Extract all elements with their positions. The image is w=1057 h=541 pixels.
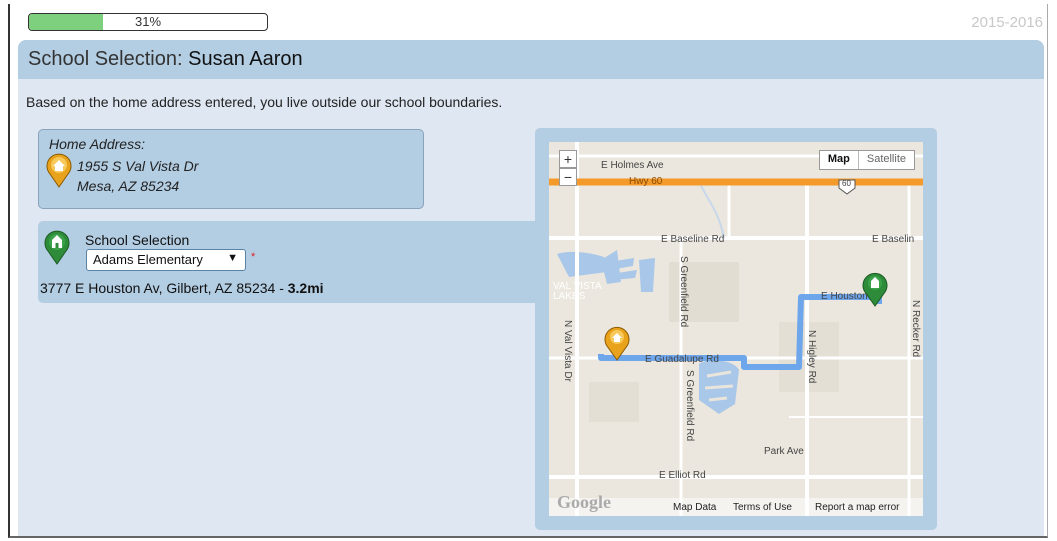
label-guadalupe: E Guadalupe Rd xyxy=(645,354,719,365)
progress-bar: 31% xyxy=(28,13,268,31)
label-baseline: E Baseline Rd xyxy=(661,234,725,245)
map-footer: Google Map Data Terms of Use Report a ma… xyxy=(549,492,923,516)
label-shield: 60 xyxy=(842,179,851,188)
school-pin-icon xyxy=(44,230,70,265)
home-address: 1955 S Val Vista Dr Mesa, AZ 85234 xyxy=(77,156,198,196)
boundary-message: Based on the home address entered, you l… xyxy=(26,94,503,110)
school-selection-label: School Selection xyxy=(85,232,190,248)
home-pin-icon xyxy=(46,153,72,188)
zoom-out-button[interactable]: − xyxy=(559,168,577,186)
progress-label: 31% xyxy=(134,14,162,29)
route-map[interactable]: + − Map Satellite E Holmes Ave Hwy 60 60… xyxy=(549,142,923,516)
panel-header: School Selection: Susan Aaron xyxy=(18,40,1044,79)
label-baseline2: E Baselin xyxy=(872,234,915,245)
map-frame: + − Map Satellite E Holmes Ave Hwy 60 60… xyxy=(535,128,937,530)
label-recker: N Recker Rd xyxy=(910,300,921,358)
google-logo: Google xyxy=(557,492,611,512)
label-higley: N Higley Rd xyxy=(806,330,817,384)
zoom-in-button[interactable]: + xyxy=(559,150,577,168)
map-type-satellite-button[interactable]: Satellite xyxy=(859,151,914,169)
school-year: 2015-2016 xyxy=(971,14,1043,31)
student-name: Susan Aaron xyxy=(188,48,303,70)
label-park: Park Ave xyxy=(764,446,804,457)
map-canvas xyxy=(549,142,923,516)
label-elliot: E Elliot Rd xyxy=(659,470,706,481)
label-holmes: E Holmes Ave xyxy=(601,160,664,171)
school-address-text: 3777 E Houston Av, Gilbert, AZ 85234 - xyxy=(40,280,284,296)
label-valvista: N Val Vista Dr xyxy=(562,320,573,382)
map-type-toggle: Map Satellite xyxy=(818,150,915,170)
chevron-down-icon: ▼ xyxy=(227,252,238,264)
school-selection-panel: School Selection: Susan Aaron Based on t… xyxy=(18,40,1044,536)
home-address-label: Home Address: xyxy=(49,136,145,152)
terms-of-use-link[interactable]: Terms of Use xyxy=(733,502,792,513)
label-houston: E Houston xyxy=(821,291,868,302)
school-select-value: Adams Elementary xyxy=(93,252,203,267)
label-valvista-lakes: VAL VISTA LAKES xyxy=(553,281,602,302)
header-title: School Selection: xyxy=(28,48,183,70)
label-greenfield-2: S Greenfield Rd xyxy=(684,370,695,442)
map-type-map-button[interactable]: Map xyxy=(820,151,859,169)
home-address-line1: 1955 S Val Vista Dr xyxy=(77,158,199,174)
label-hwy: Hwy 60 xyxy=(629,176,663,187)
school-address: 3777 E Houston Av, Gilbert, AZ 85234 - 3… xyxy=(40,280,324,296)
home-address-box: Home Address: 1955 S Val Vista Dr Mesa, … xyxy=(38,129,424,209)
school-selection-box: School Selection Adams Elementary ▼ * 37… xyxy=(38,221,538,303)
required-marker: * xyxy=(251,251,256,263)
school-select[interactable]: Adams Elementary ▼ xyxy=(86,249,246,271)
map-data-link[interactable]: Map Data xyxy=(673,502,716,513)
home-address-line2: Mesa, AZ 85234 xyxy=(77,178,180,194)
school-distance: 3.2mi xyxy=(287,280,324,296)
label-greenfield-1: S Greenfield Rd xyxy=(678,256,689,328)
report-map-error-link[interactable]: Report a map error xyxy=(815,502,899,513)
